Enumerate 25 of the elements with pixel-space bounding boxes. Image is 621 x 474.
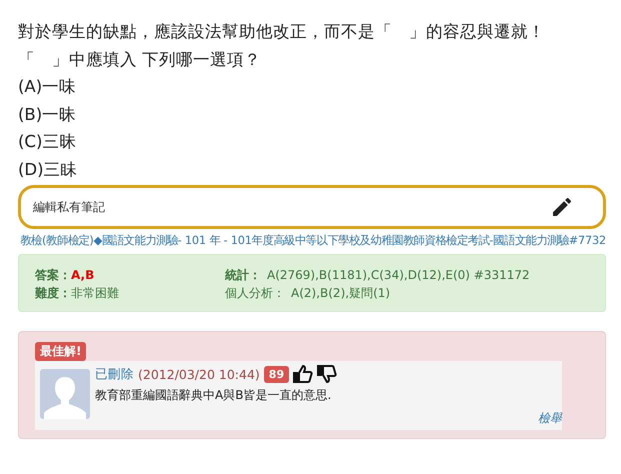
answer-option: (B)一昧 bbox=[18, 100, 606, 128]
personal-value: A(2),B(2),疑問(1) bbox=[291, 286, 390, 300]
stats-label: 統計： bbox=[225, 268, 261, 282]
pencil-icon[interactable] bbox=[550, 195, 574, 219]
answer-option: (C)三昧 bbox=[18, 128, 606, 156]
note-field[interactable]: 編輯私有筆記 bbox=[18, 185, 606, 229]
difficulty-label: 難度： bbox=[35, 286, 71, 300]
question-text: 對於學生的缺點，應該設法幫助他改正，而不是「 」的容忍與遷就！「 」中應填入 下列哪一選項？ bbox=[18, 21, 546, 70]
thumbs-up-icon[interactable] bbox=[293, 364, 314, 384]
answer-value: A,B bbox=[71, 268, 94, 282]
thumbs-down-icon[interactable] bbox=[317, 364, 338, 384]
stats-value: A(2769),B(1181),C(34),D(12),E(0) #331172 bbox=[267, 268, 530, 282]
answer-option: (A)一味 bbox=[18, 73, 606, 100]
personal-label: 個人分析： bbox=[225, 286, 285, 300]
answer-label: 答案： bbox=[35, 268, 71, 282]
avatar-icon bbox=[40, 369, 90, 419]
answer-option: (D)三眛 bbox=[18, 156, 606, 183]
source-link[interactable]: 教檢(教師檢定)◆國語文能力測驗- 101 年 - 101年度高級中等以下學校及幼稚園教師資格檢定考試-國語文能力測驗#7732 bbox=[18, 231, 606, 250]
post-time: (2012/03/20 10:44) bbox=[138, 366, 260, 382]
best-answer-badge: 最佳解! bbox=[35, 342, 86, 361]
answer-text: 教育部重編國語辭典中A與B皆是一直的意思. bbox=[95, 387, 332, 404]
author-link[interactable]: 已刪除 bbox=[95, 366, 134, 382]
difficulty-value: 非常困難 bbox=[71, 286, 119, 300]
score-badge: 89 bbox=[264, 366, 290, 382]
report-link[interactable]: 檢舉 bbox=[95, 410, 562, 427]
